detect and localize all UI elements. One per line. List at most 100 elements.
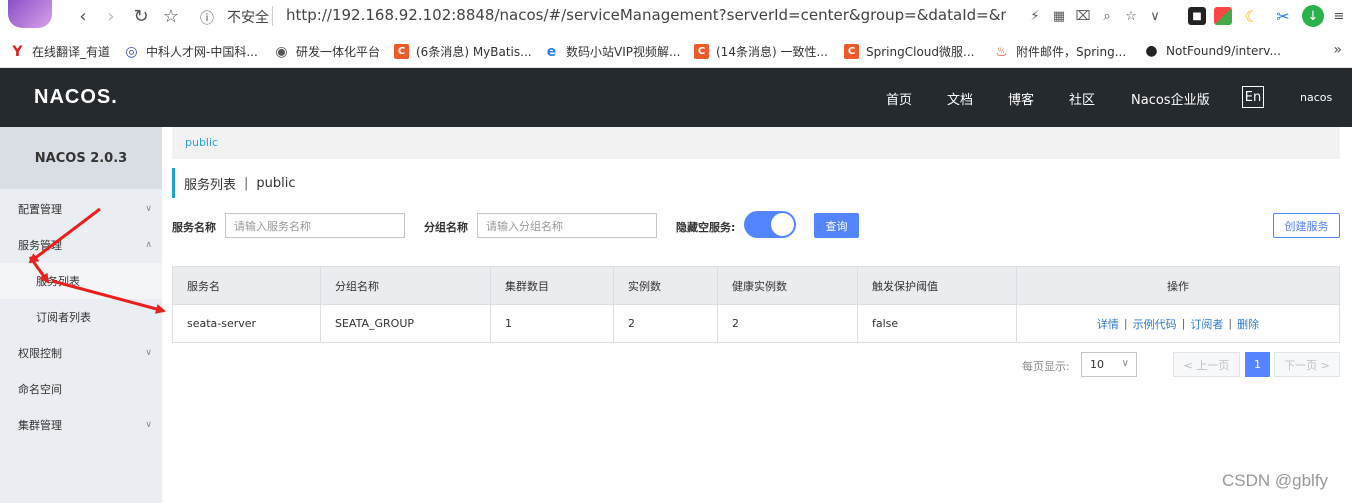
sidebar-item-service-list[interactable]: 服务列表 xyxy=(0,263,162,299)
cell-actions: 详情 | 示例代码 | 订阅者 | 删除 xyxy=(1017,305,1339,342)
cell-group-name: SEATA_GROUP xyxy=(321,305,491,342)
lightning-icon[interactable]: ⚡ xyxy=(1026,7,1044,25)
app-root: ‹ › ↻ ☆ ⓘ 不安全 http://192.168.92.102:8848… xyxy=(0,0,1352,503)
sample-code-link[interactable]: 示例代码 xyxy=(1133,316,1177,332)
info-icon[interactable]: ⓘ xyxy=(200,8,214,28)
nacos-logo[interactable]: NACOS. xyxy=(34,86,118,109)
globe-icon: ◉ xyxy=(275,43,288,60)
address-bar[interactable]: http://192.168.92.102:8848/nacos/#/servi… xyxy=(286,6,1006,24)
bookmark-item[interactable]: C SpringCloud微服... xyxy=(844,43,974,60)
cell-service-name: seata-server xyxy=(173,305,321,342)
sidebar-item-cluster[interactable]: 集群管理 ∨ xyxy=(0,407,162,443)
bookmark-item[interactable]: C (14条消息) 一致性... xyxy=(694,43,828,60)
sidebar-item-service[interactable]: 服务管理 ∧ xyxy=(0,227,162,263)
column-header: 健康实例数 xyxy=(718,267,858,304)
toggle-knob xyxy=(771,213,794,236)
cell-threshold: false xyxy=(858,305,1017,342)
user-name[interactable]: nacos xyxy=(1300,91,1332,104)
browser-profile-logo[interactable] xyxy=(8,0,52,28)
query-button[interactable]: 查询 xyxy=(814,213,859,238)
csdn-icon: C xyxy=(844,44,859,59)
page-size-select[interactable]: 10 ∨ xyxy=(1081,352,1137,377)
nav-docs[interactable]: 文档 xyxy=(947,89,973,108)
extension-badge-icon[interactable]: ■ xyxy=(1188,7,1206,25)
bookmark-label: (6条消息) MyBatis... xyxy=(416,45,532,59)
forward-icon[interactable]: › xyxy=(100,5,122,27)
bookmark-item[interactable]: ◎ 中科人才网-中国科... xyxy=(124,43,257,60)
star-icon[interactable]: ☆ xyxy=(160,5,182,27)
bookmark-label: (14条消息) 一致性... xyxy=(716,45,828,59)
group-name-input[interactable]: 请输入分组名称 xyxy=(477,213,657,238)
action-separator: | xyxy=(1181,317,1186,330)
sidebar: NACOS 2.0.3 配置管理 ∨ 服务管理 ∧ 服务列表 订阅者列表 权限控… xyxy=(0,127,162,503)
sidebar-item-label: 集群管理 xyxy=(18,419,62,432)
chevron-up-icon: ∧ xyxy=(145,240,152,250)
bookmark-item[interactable]: ● NotFound9/interv... xyxy=(1144,42,1281,59)
service-table: 服务名 分组名称 集群数目 实例数 健康实例数 触发保护阈值 操作 seata-… xyxy=(172,266,1340,343)
more-bookmarks-icon[interactable]: » xyxy=(1333,42,1342,58)
browser-toolbar: ‹ › ↻ ☆ ⓘ 不安全 http://192.168.92.102:8848… xyxy=(0,0,1352,34)
bookmark-label: 研发一体化平台 xyxy=(296,45,381,59)
dropdown-icon[interactable]: ∨ xyxy=(1146,7,1164,25)
service-name-input[interactable]: 请输入服务名称 xyxy=(225,213,405,238)
namespace-bar: public xyxy=(172,127,1340,159)
grid-icon[interactable]: ▦ xyxy=(1050,7,1068,25)
column-header: 触发保护阈值 xyxy=(858,267,1017,304)
create-service-button[interactable]: 创建服务 xyxy=(1273,213,1340,238)
bookmark-item[interactable]: e 数码小站VIP视频解... xyxy=(544,43,681,60)
language-switch[interactable]: En xyxy=(1242,86,1264,108)
scissors-icon[interactable]: ✂ xyxy=(1274,7,1292,26)
sidebar-item-label: 配置管理 xyxy=(18,203,62,216)
next-page-button[interactable]: 下一页 > xyxy=(1274,352,1340,377)
translate-icon[interactable]: ⌧ xyxy=(1074,7,1092,25)
sidebar-item-label: 订阅者列表 xyxy=(36,311,91,324)
github-icon: ● xyxy=(1145,42,1158,59)
youdao-icon: Y xyxy=(12,43,23,60)
nav-enterprise[interactable]: Nacos企业版 xyxy=(1131,89,1210,108)
service-name-label: 服务名称 xyxy=(172,221,216,234)
url-divider xyxy=(272,6,273,26)
reload-icon[interactable]: ↻ xyxy=(130,5,152,27)
bookmarks-bar: Y 在线翻译_有道 ◎ 中科人才网-中国科... ◉ 研发一体化平台 C (6条… xyxy=(0,34,1352,68)
table-header: 服务名 分组名称 集群数目 实例数 健康实例数 触发保护阈值 操作 xyxy=(173,267,1339,305)
menu-icon[interactable]: ≡ xyxy=(1330,7,1348,25)
security-label[interactable]: 不安全 xyxy=(227,7,269,27)
bookmark-item[interactable]: ♨ 附件邮件，Spring... xyxy=(994,43,1126,60)
namespace-link[interactable]: public xyxy=(185,136,218,149)
column-header: 服务名 xyxy=(173,267,321,304)
talent-icon: ◎ xyxy=(125,43,138,60)
bookmark-item[interactable]: ◉ 研发一体化平台 xyxy=(274,43,380,60)
delete-link[interactable]: 删除 xyxy=(1237,316,1259,332)
nav-blog[interactable]: 博客 xyxy=(1008,89,1034,108)
sidebar-item-namespace[interactable]: 命名空间 xyxy=(0,371,162,407)
bookmark-label: SpringCloud微服... xyxy=(866,45,975,59)
page-size-value: 10 xyxy=(1090,358,1104,371)
apps-icon[interactable] xyxy=(1214,7,1232,25)
chevron-down-icon: ∨ xyxy=(145,204,152,214)
page-number-button[interactable]: 1 xyxy=(1245,352,1270,377)
bookmark-star-icon[interactable]: ☆ xyxy=(1122,7,1140,25)
sidebar-item-label: 命名空间 xyxy=(18,383,62,396)
column-header: 分组名称 xyxy=(321,267,491,304)
moon-icon[interactable]: ☾ xyxy=(1243,7,1261,26)
csdn-icon: C xyxy=(394,44,409,59)
back-icon[interactable]: ‹ xyxy=(72,5,94,27)
nav-community[interactable]: 社区 xyxy=(1069,89,1095,108)
sidebar-item-auth[interactable]: 权限控制 ∨ xyxy=(0,335,162,371)
cell-instance-count: 2 xyxy=(614,305,718,342)
prev-page-button[interactable]: < 上一页 xyxy=(1173,352,1240,377)
chevron-down-icon: ∨ xyxy=(1121,358,1129,369)
sidebar-item-config[interactable]: 配置管理 ∨ xyxy=(0,191,162,227)
hide-empty-toggle[interactable] xyxy=(744,211,796,238)
csdn-icon: C xyxy=(694,44,709,59)
bookmark-item[interactable]: C (6条消息) MyBatis... xyxy=(394,43,532,60)
download-icon[interactable]: ↓ xyxy=(1302,5,1324,27)
group-name-label: 分组名称 xyxy=(424,221,468,234)
detail-link[interactable]: 详情 xyxy=(1097,316,1119,332)
sidebar-title: NACOS 2.0.3 xyxy=(0,127,162,189)
sidebar-item-subscribers[interactable]: 订阅者列表 xyxy=(0,299,162,335)
subscriber-link[interactable]: 订阅者 xyxy=(1190,316,1223,332)
zoom-icon[interactable]: ⌕ xyxy=(1098,7,1116,25)
bookmark-item[interactable]: Y 在线翻译_有道 xyxy=(10,43,110,60)
nav-home[interactable]: 首页 xyxy=(886,89,912,108)
